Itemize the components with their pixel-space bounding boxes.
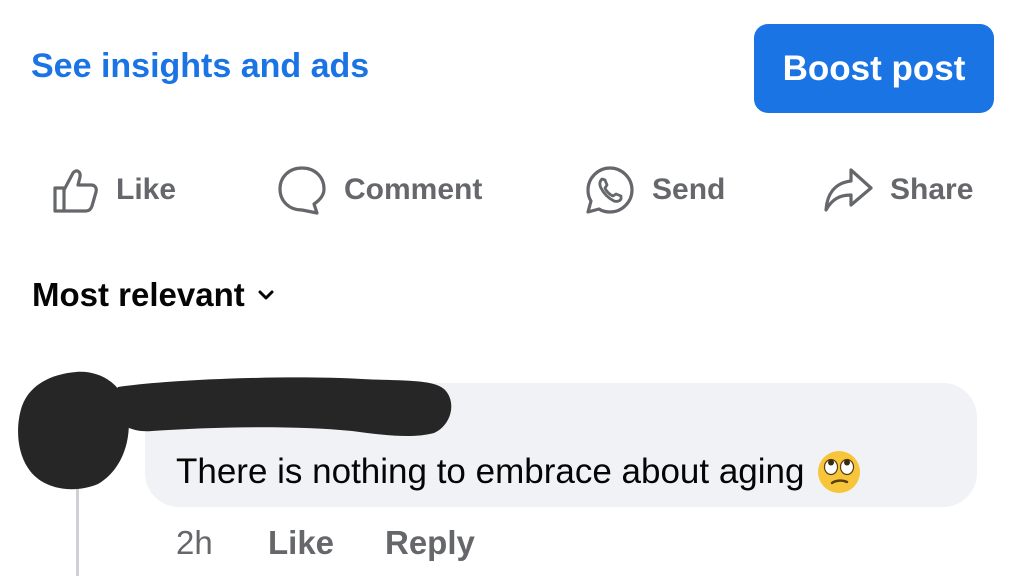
whatsapp-icon [584, 164, 636, 216]
face-with-rolling-eyes-icon [816, 449, 862, 495]
share-action-button[interactable]: Share [822, 160, 973, 220]
boost-post-button[interactable]: Boost post [754, 24, 994, 113]
comment-sort-dropdown[interactable]: Most relevant [32, 276, 275, 314]
chevron-down-icon [257, 288, 275, 302]
comment-action-button[interactable]: Comment [276, 160, 482, 220]
like-label: Like [116, 173, 177, 206]
comment-like-button[interactable]: Like [268, 524, 334, 562]
share-label: Share [890, 173, 974, 206]
like-action-button[interactable]: Like [50, 160, 176, 220]
post-footer: See insights and ads Boost post Like Com… [0, 0, 1024, 576]
comment-icon [276, 164, 328, 216]
comment-body: There is nothing to embrace about aging [176, 452, 805, 491]
send-label: Send [652, 173, 726, 206]
thumbs-up-icon [50, 165, 100, 215]
redacted-commenter-name [112, 375, 457, 446]
see-insights-link[interactable]: See insights and ads [31, 47, 369, 86]
comment-label: Comment [344, 173, 483, 206]
sort-label: Most relevant [32, 276, 245, 313]
comment-text: There is nothing to embrace about aging [176, 449, 862, 495]
comment-reply-button[interactable]: Reply [385, 524, 475, 562]
share-arrow-icon [822, 164, 874, 216]
comment-timestamp: 2h [176, 524, 213, 561]
send-action-button[interactable]: Send [584, 160, 725, 220]
